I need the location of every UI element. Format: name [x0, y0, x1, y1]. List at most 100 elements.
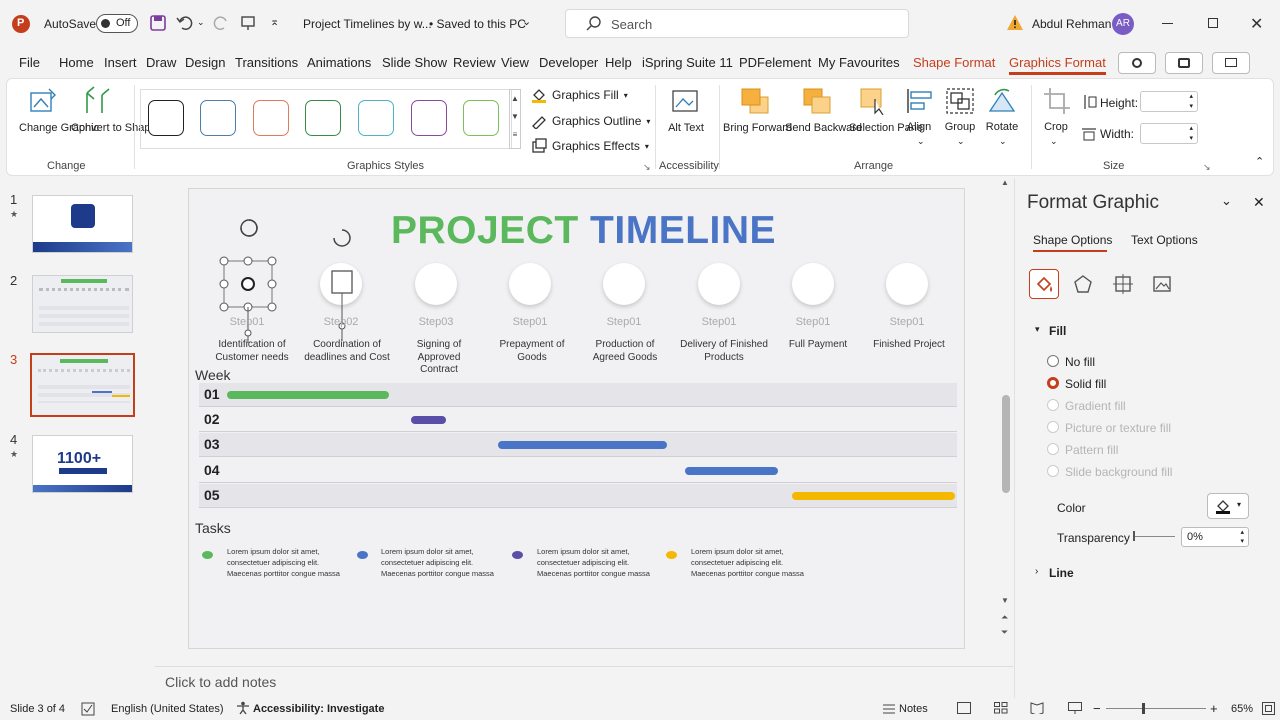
crop-chevron-icon[interactable]: ⌄: [1050, 136, 1058, 147]
crop-icon[interactable]: [1043, 87, 1071, 115]
pane-close-icon[interactable]: ✕: [1253, 194, 1265, 211]
rotate-icon[interactable]: [987, 85, 1017, 115]
tab-animations[interactable]: Animations: [307, 55, 371, 70]
color-picker-button[interactable]: ▾: [1207, 493, 1249, 519]
rotate-chevron-icon[interactable]: ⌄: [999, 136, 1007, 147]
style-swatch-1[interactable]: [148, 100, 184, 136]
graphics-styles-launcher-icon[interactable]: ↘: [643, 162, 651, 173]
tab-draw[interactable]: Draw: [146, 55, 176, 70]
step-circle[interactable]: [698, 263, 740, 305]
restore-icon[interactable]: [1208, 18, 1218, 28]
rotate-button[interactable]: Rotate: [982, 121, 1022, 133]
style-swatch-7[interactable]: [463, 100, 499, 136]
fill-expander-icon[interactable]: ▾: [1035, 324, 1040, 335]
width-input[interactable]: ▴ ▾: [1140, 123, 1198, 144]
tab-file[interactable]: File: [19, 55, 40, 70]
height-input[interactable]: ▴ ▾: [1140, 91, 1198, 112]
bring-forward-icon[interactable]: [740, 87, 770, 115]
notes-button[interactable]: Notes: [899, 703, 928, 715]
style-swatch-3[interactable]: [253, 100, 289, 136]
comments-button[interactable]: [1212, 52, 1250, 74]
change-graphic-icon[interactable]: [29, 87, 59, 115]
zoom-out-icon[interactable]: −: [1093, 701, 1101, 716]
accessibility-icon[interactable]: [236, 701, 250, 715]
slideshow-icon[interactable]: [1068, 702, 1082, 714]
tab-shape-format[interactable]: Shape Format: [913, 55, 995, 70]
bring-forward-button[interactable]: Bring Forward: [723, 121, 792, 136]
size-properties-icon[interactable]: [1113, 274, 1133, 294]
tab-transitions[interactable]: Transitions: [235, 55, 298, 70]
step-circle[interactable]: [792, 263, 834, 305]
reading-view-icon[interactable]: [1030, 702, 1044, 714]
slide-thumbnail-4[interactable]: 1100+: [32, 435, 133, 493]
group-icon[interactable]: [945, 87, 975, 115]
tab-my-favourites[interactable]: My Favourites: [818, 55, 900, 70]
tab-graphics-format[interactable]: Graphics Format: [1009, 55, 1106, 75]
slide-scrollbar[interactable]: ▲ ▼ ⏶ ⏷: [1000, 178, 1012, 663]
language-indicator[interactable]: English (United States): [111, 703, 224, 715]
avatar[interactable]: AR: [1112, 13, 1134, 35]
accessibility-status[interactable]: Accessibility: Investigate: [253, 703, 384, 715]
step-circle[interactable]: [509, 263, 551, 305]
alt-text-button[interactable]: Alt Text: [663, 121, 709, 136]
notes-icon[interactable]: [882, 703, 896, 715]
radio-no-fill[interactable]: [1047, 355, 1059, 367]
graphics-effects-button[interactable]: Graphics Effects ▾: [531, 138, 649, 154]
slide-thumbnail-2[interactable]: [32, 275, 133, 333]
slide-counter[interactable]: Slide 3 of 4: [10, 703, 65, 715]
style-swatch-6[interactable]: [411, 100, 447, 136]
group-chevron-icon[interactable]: ⌄: [957, 136, 965, 147]
send-backward-icon[interactable]: [802, 87, 832, 115]
transparency-input[interactable]: 0% ▴ ▾: [1181, 527, 1249, 547]
autosave-toggle[interactable]: Off: [96, 14, 138, 33]
tab-design[interactable]: Design: [185, 55, 225, 70]
tab-help[interactable]: Help: [605, 55, 632, 70]
spellcheck-icon[interactable]: [81, 702, 95, 716]
tab-ispring[interactable]: iSpring Suite 11: [642, 55, 733, 70]
selection-pane-icon[interactable]: [859, 87, 889, 115]
step-circle[interactable]: [886, 263, 928, 305]
convert-to-shape-button[interactable]: Convert to Shape: [71, 121, 157, 136]
undo-icon[interactable]: [176, 15, 194, 31]
crop-button[interactable]: Crop: [1038, 121, 1074, 133]
group-button[interactable]: Group: [940, 121, 980, 133]
fit-slide-icon[interactable]: [1262, 702, 1275, 715]
selection-pane-button[interactable]: Selection Pane: [849, 121, 923, 136]
graphics-outline-button[interactable]: Graphics Outline ▾: [531, 113, 650, 129]
slide-title[interactable]: PROJECT TIMELINE: [391, 209, 776, 253]
zoom-level[interactable]: 65%: [1231, 703, 1253, 715]
style-swatch-5[interactable]: [358, 100, 394, 136]
zoom-slider[interactable]: [1106, 703, 1206, 714]
slide-thumbnail-3[interactable]: [30, 353, 135, 417]
slide-canvas[interactable]: PROJECT TIMELINE Step01 Step02 Step03 St…: [188, 188, 965, 649]
style-swatch-2[interactable]: [200, 100, 236, 136]
slide-thumbnail-1[interactable]: [32, 195, 133, 253]
record-button[interactable]: [1118, 52, 1156, 74]
slide-sorter-icon[interactable]: [994, 702, 1008, 714]
picture-icon[interactable]: [1152, 274, 1172, 294]
align-chevron-icon[interactable]: ⌄: [917, 136, 925, 147]
warning-icon[interactable]: [1006, 14, 1024, 31]
undo-dropdown-icon[interactable]: ⌄: [197, 17, 205, 28]
transparency-slider[interactable]: [1133, 531, 1175, 541]
step-circle[interactable]: [603, 263, 645, 305]
gallery-scroll[interactable]: ▲ ▼ ≡: [509, 89, 521, 149]
size-launcher-icon[interactable]: ↘: [1203, 162, 1211, 173]
tab-review[interactable]: Review: [453, 55, 496, 70]
collapse-ribbon-icon[interactable]: ⌃: [1255, 155, 1264, 168]
present-icon[interactable]: [240, 15, 256, 31]
tab-shape-options[interactable]: Shape Options: [1033, 233, 1112, 247]
alt-text-icon[interactable]: [671, 89, 701, 115]
tab-home[interactable]: Home: [59, 55, 94, 70]
pane-options-chevron-icon[interactable]: ⌄: [1221, 193, 1232, 209]
effects-icon[interactable]: [1073, 274, 1093, 294]
present-button[interactable]: [1165, 52, 1203, 74]
line-expander-icon[interactable]: ›: [1035, 566, 1038, 577]
radio-solid-fill[interactable]: [1047, 377, 1059, 389]
align-button[interactable]: Align: [899, 121, 939, 133]
zoom-in-icon[interactable]: +: [1210, 701, 1218, 716]
document-title[interactable]: Project Timelines by w...: [303, 17, 432, 31]
save-status[interactable]: • Saved to this PC: [429, 17, 526, 31]
step-circle[interactable]: [415, 263, 457, 305]
search-box[interactable]: Search: [565, 9, 909, 38]
